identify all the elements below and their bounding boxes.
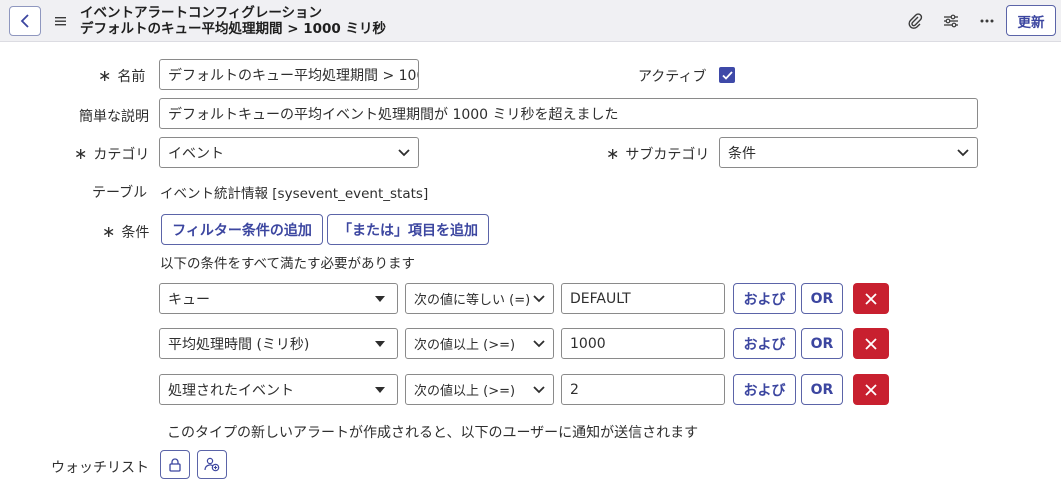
chevron-down-icon	[398, 148, 410, 156]
condition-note: 以下の条件をすべて満たす必要があります	[160, 256, 416, 272]
condition-value-input[interactable]: DEFAULT	[561, 283, 725, 314]
close-icon	[865, 383, 877, 396]
condition-field-select[interactable]: 平均処理時間 (ミリ秒)	[159, 328, 398, 359]
required-asterisk: ∗	[74, 144, 88, 163]
subcategory-label: ∗ サブカテゴリ	[606, 144, 710, 163]
unlock-watchlist-button[interactable]	[160, 450, 190, 479]
or-button[interactable]: OR	[801, 374, 843, 405]
chevron-left-icon	[20, 14, 29, 28]
hamburger-menu-icon[interactable]	[53, 13, 69, 29]
or-button[interactable]: OR	[801, 283, 843, 314]
personalize-button[interactable]	[941, 11, 961, 31]
name-input[interactable]: デフォルトのキュー平均処理期間 > 100	[159, 59, 419, 90]
delete-condition-button[interactable]	[853, 374, 889, 405]
page-title: イベントアラートコンフィグレーション デフォルトのキュー平均処理期間 > 100…	[80, 5, 386, 37]
required-asterisk: ∗	[606, 144, 620, 163]
condition-operator-select[interactable]: 次の値以上 (>=)	[405, 328, 554, 359]
page-title-line1: イベントアラートコンフィグレーション	[80, 5, 323, 21]
caret-down-icon	[375, 386, 385, 393]
notification-note: このタイプの新しいアラートが作成されると、以下のユーザーに通知が送信されます	[167, 425, 699, 441]
attachment-button[interactable]	[905, 11, 925, 31]
watchlist-label: ウォッチリスト	[51, 460, 149, 476]
caret-down-icon	[375, 295, 385, 302]
condition-value-input[interactable]: 1000	[561, 328, 725, 359]
name-label: ∗ 名前	[98, 66, 146, 85]
add-me-watchlist-button[interactable]	[197, 450, 227, 479]
condition-operator-select[interactable]: 次の値に等しい (=)	[405, 283, 554, 314]
checkmark-icon	[721, 70, 733, 80]
more-options-button[interactable]	[977, 11, 997, 31]
active-label: アクティブ	[638, 69, 707, 85]
required-asterisk: ∗	[102, 222, 116, 241]
short-description-input[interactable]: デフォルトキューの平均イベント処理期間が 1000 ミリ秒を超えました	[159, 98, 978, 129]
and-button[interactable]: および	[733, 374, 796, 405]
short-description-label: 簡単な説明	[79, 109, 149, 125]
chevron-down-icon	[533, 294, 545, 302]
delete-condition-button[interactable]	[853, 283, 889, 314]
and-button[interactable]: および	[733, 328, 796, 359]
condition-operator-select[interactable]: 次の値以上 (>=)	[405, 374, 554, 405]
add-filter-condition-button[interactable]: フィルター条件の追加	[161, 214, 323, 245]
or-button[interactable]: OR	[801, 328, 843, 359]
chevron-down-icon	[533, 339, 545, 347]
condition-value-input[interactable]: 2	[561, 374, 725, 405]
required-asterisk: ∗	[98, 66, 112, 85]
update-button[interactable]: 更新	[1006, 5, 1056, 36]
active-checkbox[interactable]	[719, 67, 735, 83]
condition-field-select[interactable]: キュー	[159, 283, 398, 314]
delete-condition-button[interactable]	[853, 328, 889, 359]
paperclip-icon	[908, 13, 923, 29]
form-header: イベントアラートコンフィグレーション デフォルトのキュー平均処理期間 > 100…	[0, 0, 1061, 42]
close-icon	[865, 337, 877, 350]
more-icon	[980, 19, 994, 23]
table-value: イベント統計情報 [sysevent_event_stats]	[160, 186, 429, 202]
page-title-line2: デフォルトのキュー平均処理期間 > 1000 ミリ秒	[80, 21, 386, 37]
add-user-icon	[204, 457, 220, 472]
subcategory-select[interactable]: 条件	[719, 137, 978, 168]
caret-down-icon	[375, 340, 385, 347]
sliders-icon	[944, 14, 958, 28]
category-select[interactable]: イベント	[159, 137, 419, 168]
chevron-down-icon	[533, 385, 545, 393]
chevron-down-icon	[957, 148, 969, 156]
table-label: テーブル	[92, 185, 148, 201]
back-button[interactable]	[9, 6, 41, 36]
condition-label: ∗ 条件	[102, 222, 150, 241]
add-or-clause-button[interactable]: 「または」項目を追加	[327, 214, 489, 245]
category-label: ∗ カテゴリ	[74, 144, 150, 163]
lock-icon	[169, 457, 181, 472]
and-button[interactable]: および	[733, 283, 796, 314]
close-icon	[865, 292, 877, 305]
condition-field-select[interactable]: 処理されたイベント	[159, 374, 398, 405]
